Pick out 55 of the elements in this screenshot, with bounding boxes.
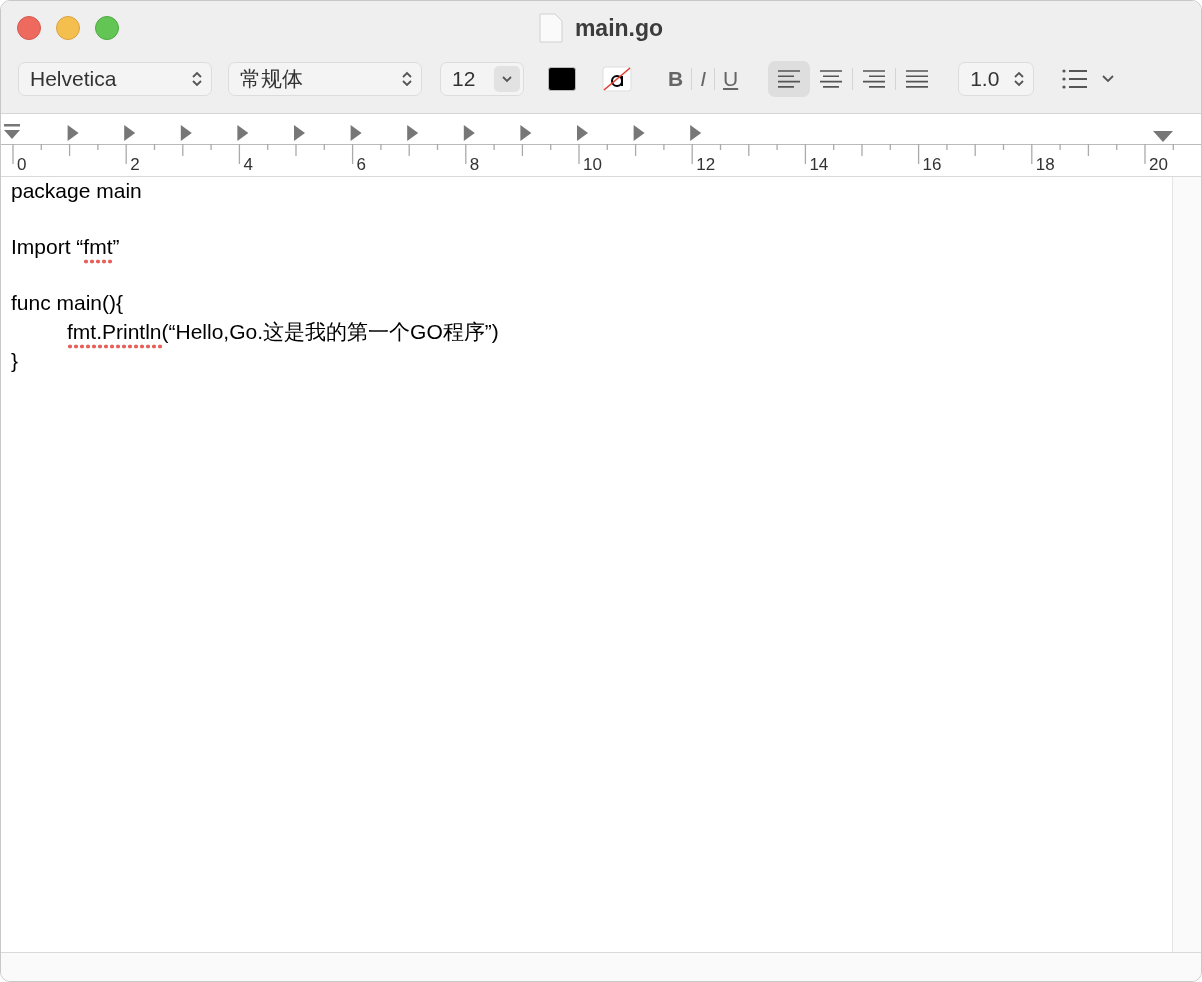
- ruler-number: 14: [809, 155, 829, 174]
- ruler-number: 10: [583, 155, 602, 174]
- chevron-down-icon[interactable]: [1102, 75, 1115, 83]
- line-spacing-select[interactable]: 1.0: [958, 62, 1035, 96]
- font-style-select[interactable]: 常规体: [228, 62, 422, 96]
- tab-stop-marker[interactable]: [294, 125, 305, 141]
- code-line: func main(){: [11, 290, 125, 316]
- tab-stop-marker[interactable]: [690, 125, 702, 141]
- align-center-icon: [820, 70, 843, 88]
- window-title: main.go: [574, 14, 664, 42]
- code-line: package main: [11, 179, 143, 204]
- right-indent-marker[interactable]: [1153, 131, 1173, 142]
- ruler-number: 2: [130, 155, 140, 174]
- tab-stop-marker[interactable]: [463, 125, 475, 141]
- ruler-number: 4: [243, 155, 253, 174]
- tab-stop-marker[interactable]: [237, 125, 249, 141]
- ruler-number: 18: [1035, 155, 1055, 174]
- ruler-number: 20: [1149, 155, 1168, 174]
- ruler-number: 12: [696, 155, 716, 174]
- ruler-number: 8: [469, 155, 480, 174]
- align-left-button[interactable]: [768, 61, 811, 97]
- align-justify-icon: [906, 70, 929, 88]
- bold-button[interactable]: B: [660, 67, 692, 91]
- code-line: fmt.Println(“Hello,Go.这是我的第一个GO程序”): [11, 320, 1162, 349]
- tab-stop-marker[interactable]: [577, 125, 588, 141]
- underline-button[interactable]: U: [715, 67, 747, 91]
- tab-stop-marker[interactable]: [633, 125, 645, 141]
- left-indent-marker[interactable]: [4, 124, 20, 139]
- list-icon[interactable]: [1062, 69, 1089, 89]
- text-color-swatch[interactable]: [548, 67, 576, 91]
- tab-stop-marker[interactable]: [124, 125, 136, 141]
- stepper-icon: [1013, 70, 1026, 88]
- tab-stop-marker[interactable]: [520, 125, 532, 141]
- font-family-select[interactable]: Helvetica: [18, 62, 212, 96]
- chevron-down-icon: [494, 66, 520, 92]
- align-left-icon: [778, 70, 801, 88]
- stepper-icon: [191, 70, 203, 88]
- ruler-number: 6: [356, 155, 367, 174]
- font-size-field[interactable]: 12: [440, 62, 524, 96]
- close-button[interactable]: [17, 16, 41, 40]
- code-line: Import “fmt”: [11, 208, 1162, 264]
- tab-stop-marker[interactable]: [407, 125, 419, 141]
- ruler-number: 0: [17, 155, 27, 174]
- italic-button[interactable]: I: [692, 67, 714, 91]
- ruler-number: 16: [922, 155, 942, 174]
- text-editor[interactable]: package main Import “fmt” func main(){ fmt.Println(“Hello,Go.这是我的第一个GO程序”) }: [1, 177, 1172, 952]
- zoom-button[interactable]: [95, 16, 119, 40]
- tab-stop-marker[interactable]: [180, 125, 192, 141]
- stepper-icon: [401, 70, 413, 88]
- align-right-icon: [863, 70, 886, 88]
- code-line: }: [11, 349, 19, 374]
- document-icon: [538, 13, 563, 43]
- tab-stop-marker[interactable]: [350, 125, 362, 141]
- no-background-color-icon[interactable]: [602, 66, 632, 92]
- tab-stop-marker[interactable]: [67, 125, 79, 141]
